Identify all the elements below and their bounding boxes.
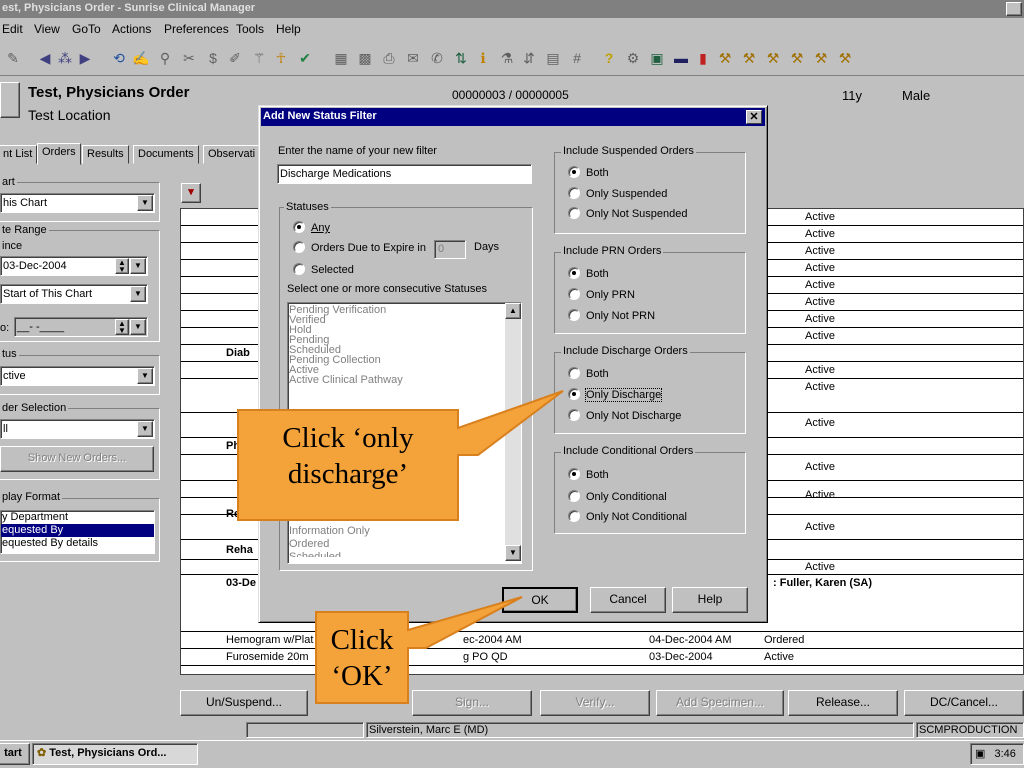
callout-discharge-text: Click ‘only discharge’ <box>282 422 414 490</box>
callout-shapes <box>237 390 564 704</box>
callout-ok-text: Click ‘OK’ <box>330 624 394 692</box>
